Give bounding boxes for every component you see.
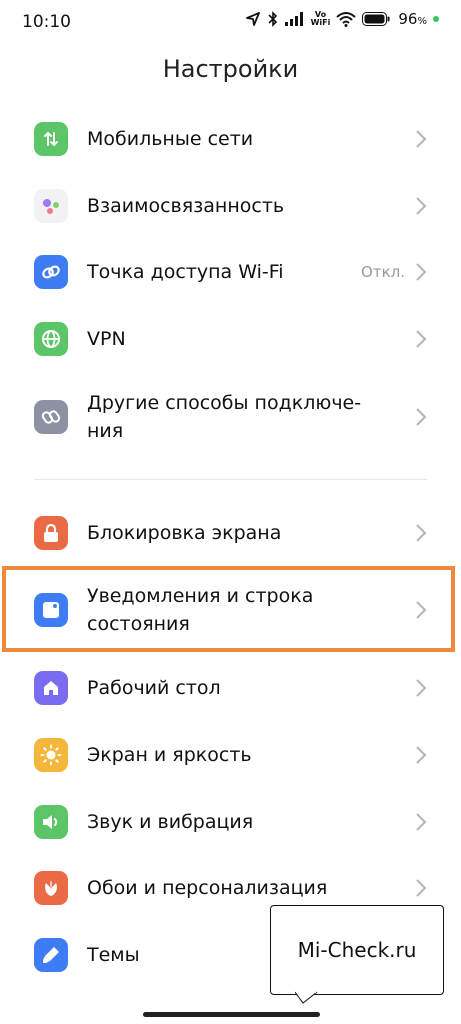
settings-item-display[interactable]: Экран и яркость [0, 736, 461, 774]
settings-item-sound[interactable]: Звук и вибрация [0, 803, 461, 841]
status-time: 10:10 [22, 12, 71, 32]
settings-item-label: Мобильные сети [87, 128, 254, 150]
location-icon [245, 11, 261, 27]
hotspot-status: Откл. [361, 263, 405, 281]
settings-item-interconnectivity[interactable]: Взаимосвязанность [0, 187, 461, 225]
sun-icon [34, 738, 68, 772]
chevron-right-icon [415, 196, 427, 220]
chevron-right-icon [415, 129, 427, 153]
arrows-updown-icon [34, 122, 68, 156]
watermark-text: Mi-Check.ru [297, 938, 417, 962]
brush-icon [34, 938, 68, 972]
settings-item-lock-screen[interactable]: Блокировка экрана [0, 514, 461, 552]
volte-icon: Vo WiFi [311, 11, 331, 27]
link-icon [34, 255, 68, 289]
settings-item-label: Обои и персонализация [87, 877, 328, 899]
chevron-right-icon [415, 407, 427, 431]
chevron-right-icon [415, 329, 427, 353]
speaker-icon [34, 805, 68, 839]
settings-item-label: VPN [87, 328, 126, 350]
settings-item-label: Точка доступа Wi-Fi [87, 261, 284, 283]
status-bar: 10:10 Vo WiFi 96% [0, 0, 461, 46]
section-divider [34, 479, 427, 480]
chevron-right-icon [415, 878, 427, 902]
settings-item-mobile-networks[interactable]: Мобильные сети [0, 120, 461, 158]
page-title: Настройки [162, 55, 299, 83]
lock-icon [34, 516, 68, 550]
flower-icon [34, 871, 68, 905]
chevron-right-icon [415, 523, 427, 547]
settings-item-wallpaper[interactable]: Обои и персонализация [0, 869, 461, 907]
volte-bottom: WiFi [310, 18, 331, 27]
settings-item-hotspot[interactable]: Точка доступа Wi-Fi Откл. [0, 253, 461, 291]
chain-icon [34, 400, 68, 434]
settings-item-label: Блокировка экрана [87, 522, 282, 544]
settings-item-desktop[interactable]: Рабочий стол [0, 669, 461, 707]
chevron-right-icon [415, 678, 427, 702]
signal-icon [284, 12, 305, 26]
status-icons: Vo WiFi 96% [245, 10, 439, 28]
home-indicator[interactable] [143, 1012, 320, 1017]
settings-item-label: Звук и вибрация [87, 811, 254, 833]
settings-item-label: Другие способы подключе-ния [87, 392, 362, 442]
chevron-right-icon [415, 262, 427, 286]
settings-item-other-connections[interactable]: Другие способы подключе-ния [0, 388, 461, 446]
watermark-tail [294, 990, 321, 1009]
settings-item-label: Темы [87, 944, 140, 966]
battery-icon [362, 12, 390, 26]
battery-percent: 96% [398, 10, 427, 28]
bluetooth-icon [267, 11, 279, 27]
chevron-right-icon [415, 745, 427, 769]
settings-item-label: Взаимосвязанность [87, 195, 285, 217]
settings-item-vpn[interactable]: VPN [0, 320, 461, 358]
home-icon [34, 671, 68, 705]
wifi-icon [336, 11, 357, 27]
charging-dot [433, 16, 439, 22]
globe-icon [34, 322, 68, 356]
dots-icon [34, 189, 68, 223]
chevron-right-icon [415, 812, 427, 836]
settings-item-label: Рабочий стол [87, 677, 221, 699]
watermark: Mi-Check.ru [270, 905, 444, 995]
highlight-frame [2, 566, 455, 652]
settings-item-label: Экран и яркость [87, 744, 252, 766]
